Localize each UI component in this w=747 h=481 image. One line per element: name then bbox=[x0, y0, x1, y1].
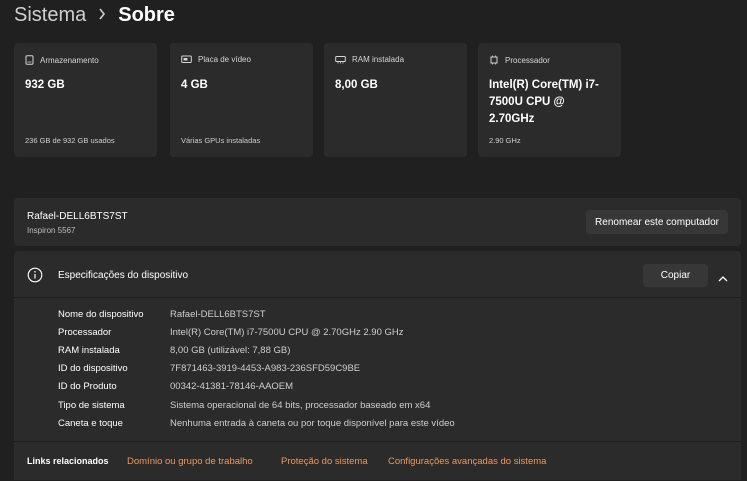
spec-value: Rafael-DELL6BTS7ST bbox=[170, 309, 266, 320]
spec-label: Nome do dispositivo bbox=[58, 309, 144, 320]
device-specifications-panel: Especificações do dispositivo Copiar Nom… bbox=[14, 251, 741, 480]
storage-card[interactable]: Armazenamento 932 GB 236 GB de 932 GB us… bbox=[14, 43, 157, 157]
breadcrumb-parent[interactable]: Sistema bbox=[14, 4, 86, 27]
spec-value: 00342-41381-78146-AAOEM bbox=[170, 381, 294, 392]
processor-card[interactable]: Processador Intel(R) Core(TM) i7-7500U C… bbox=[478, 43, 621, 157]
page-title: Sobre bbox=[118, 4, 175, 26]
ram-card[interactable]: RAM instalada 8,00 GB bbox=[324, 43, 467, 157]
gpu-card[interactable]: Placa de vídeo 4 GB Várias GPUs instalad… bbox=[170, 43, 313, 157]
processor-icon bbox=[489, 55, 499, 65]
storage-icon bbox=[25, 55, 34, 65]
gpu-icon bbox=[181, 55, 192, 64]
link-advanced-system-settings[interactable]: Configurações avançadas do sistema bbox=[388, 456, 546, 467]
spec-label: Processador bbox=[58, 327, 112, 338]
device-name-bar: Rafael-DELL6BTS7ST Inspiron 5567 Renomea… bbox=[14, 198, 741, 246]
specs-header[interactable]: Especificações do dispositivo Copiar bbox=[14, 251, 741, 298]
spec-value: Nenhuma entrada à caneta ou por toque di… bbox=[170, 418, 455, 429]
spec-value: Sistema operacional de 64 bits, processa… bbox=[170, 400, 431, 411]
spec-value: 8,00 GB (utilizável: 7,88 GB) bbox=[170, 345, 291, 356]
card-subtext: 2.90 GHz bbox=[489, 136, 521, 145]
card-subtext: 236 GB de 932 GB usados bbox=[25, 136, 115, 145]
related-links-bar: Links relacionados Domínio ou grupo de t… bbox=[14, 441, 741, 481]
link-domain-workgroup[interactable]: Domínio ou grupo de trabalho bbox=[127, 456, 253, 467]
device-model: Inspiron 5567 bbox=[27, 226, 76, 235]
card-value: Intel(R) Core(TM) i7-7500U CPU @ 2.70GHz bbox=[489, 79, 599, 125]
card-label: Placa de vídeo bbox=[198, 55, 251, 64]
ram-icon bbox=[335, 55, 346, 64]
spec-value: Intel(R) Core(TM) i7-7500U CPU @ 2.70GHz… bbox=[170, 327, 404, 338]
device-name: Rafael-DELL6BTS7ST bbox=[27, 211, 128, 222]
card-label: Processador bbox=[505, 55, 550, 65]
spec-label: RAM instalada bbox=[58, 345, 120, 356]
related-links-label: Links relacionados bbox=[27, 456, 109, 466]
card-value: 8,00 GB bbox=[335, 79, 378, 91]
chevron-up-icon[interactable] bbox=[718, 270, 728, 288]
spec-label: Caneta e toque bbox=[58, 418, 123, 429]
spec-label: Tipo de sistema bbox=[58, 400, 125, 411]
card-subtext: Várias GPUs instaladas bbox=[181, 136, 261, 145]
copy-button[interactable]: Copiar bbox=[643, 264, 708, 287]
spec-label: ID do Produto bbox=[58, 381, 117, 392]
info-icon bbox=[27, 267, 43, 288]
card-label: Armazenamento bbox=[40, 55, 99, 65]
breadcrumb: Sistema Sobre bbox=[14, 4, 175, 27]
rename-computer-button[interactable]: Renomear este computador bbox=[586, 210, 728, 234]
card-value: 4 GB bbox=[181, 79, 208, 91]
spec-label: ID do dispositivo bbox=[58, 363, 128, 374]
specs-title: Especificações do dispositivo bbox=[58, 270, 189, 281]
spec-value: 7F871463-3919-4453-A983-236SFD59C9BE bbox=[170, 363, 361, 374]
chevron-right-icon bbox=[98, 7, 106, 25]
card-label: RAM instalada bbox=[352, 55, 405, 64]
card-value: 932 GB bbox=[25, 79, 65, 91]
link-system-protection[interactable]: Proteção do sistema bbox=[281, 456, 368, 467]
